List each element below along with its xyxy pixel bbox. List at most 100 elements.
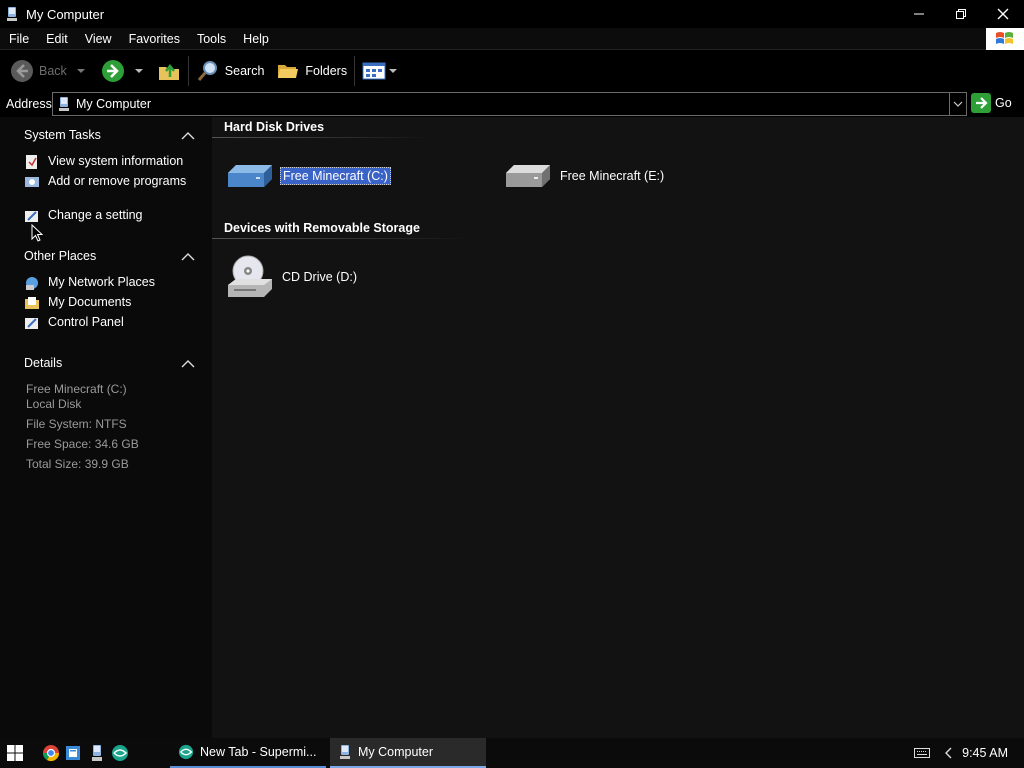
go-label: Go bbox=[995, 96, 1012, 110]
control-panel-icon bbox=[25, 211, 38, 222]
hard-drive-icon bbox=[228, 165, 272, 187]
other-places-header[interactable]: Other Places bbox=[24, 249, 96, 263]
taskbar-item-my-computer[interactable]: My Computer bbox=[330, 738, 486, 768]
window-controls bbox=[898, 0, 1024, 28]
toolbar-separator bbox=[187, 56, 189, 86]
collapse-chevron-up-icon[interactable] bbox=[181, 129, 195, 143]
details-total-size: Total Size: 39.9 GB bbox=[26, 457, 129, 471]
my-computer-icon bbox=[7, 7, 17, 21]
add-remove-programs-icon bbox=[25, 177, 39, 187]
collapse-chevron-up-icon[interactable] bbox=[181, 250, 195, 264]
menu-file[interactable]: File bbox=[0, 32, 37, 46]
my-documents-label: My Documents bbox=[48, 295, 132, 309]
taskbar-item-new-tab[interactable]: New Tab - Supermi... bbox=[170, 738, 326, 768]
views-button[interactable] bbox=[358, 55, 401, 87]
close-icon bbox=[997, 8, 1009, 20]
taskbar-item-new-tab-label: New Tab - Supermi... bbox=[200, 745, 317, 759]
minimize-button[interactable] bbox=[898, 0, 940, 28]
details-file-system: File System: NTFS bbox=[26, 417, 127, 431]
menu-edit[interactable]: Edit bbox=[37, 32, 76, 46]
cd-drive-d[interactable]: CD Drive (D:) bbox=[226, 253, 359, 301]
clock[interactable]: 9:45 AM bbox=[962, 746, 1008, 760]
cd-drive-icon bbox=[228, 255, 272, 297]
drive-c-label: Free Minecraft (C:) bbox=[280, 167, 391, 185]
removable-storage-header: Devices with Removable Storage bbox=[224, 221, 420, 235]
title-bar: My Computer bbox=[0, 0, 1024, 28]
change-setting-link[interactable]: Change a setting bbox=[24, 208, 204, 224]
menu-help[interactable]: Help bbox=[234, 32, 277, 46]
file-explorer-icon[interactable] bbox=[65, 744, 83, 762]
views-dropdown-icon[interactable] bbox=[389, 69, 398, 73]
my-documents-icon bbox=[25, 297, 39, 309]
system-information-icon bbox=[26, 155, 37, 169]
window-title: My Computer bbox=[26, 6, 105, 22]
system-tasks-header[interactable]: System Tasks bbox=[24, 128, 101, 142]
add-remove-programs-label: Add or remove programs bbox=[48, 174, 187, 188]
close-button[interactable] bbox=[982, 0, 1024, 28]
task-pane: System Tasks View system information Add… bbox=[0, 117, 212, 738]
back-dropdown-icon[interactable] bbox=[76, 69, 85, 73]
my-network-places-label: My Network Places bbox=[48, 275, 155, 289]
start-button[interactable] bbox=[0, 738, 30, 768]
view-system-information-label: View system information bbox=[48, 154, 184, 168]
details-header[interactable]: Details bbox=[24, 356, 62, 370]
view-system-information-link[interactable]: View system information bbox=[24, 154, 204, 170]
change-setting-label: Change a setting bbox=[48, 208, 143, 222]
toolbar-separator bbox=[354, 56, 356, 86]
address-label: Address bbox=[6, 97, 52, 111]
windows-logo-icon bbox=[7, 745, 23, 761]
group-divider bbox=[212, 137, 432, 138]
search-icon bbox=[197, 61, 217, 81]
back-button[interactable]: Back bbox=[6, 55, 89, 87]
minimize-icon bbox=[914, 13, 924, 15]
windows-flag-logo bbox=[986, 28, 1024, 50]
drive-c[interactable]: Free Minecraft (C:) bbox=[226, 161, 391, 191]
drive-e[interactable]: Free Minecraft (E:) bbox=[504, 161, 666, 191]
my-computer-icon[interactable] bbox=[88, 744, 106, 762]
my-documents-link[interactable]: My Documents bbox=[24, 295, 204, 311]
my-computer-icon bbox=[59, 97, 69, 111]
menu-view[interactable]: View bbox=[76, 32, 120, 46]
forward-button[interactable] bbox=[97, 55, 147, 87]
keyboard-icon[interactable] bbox=[914, 748, 931, 758]
search-label: Search bbox=[224, 64, 265, 78]
search-button[interactable]: Search bbox=[192, 55, 269, 87]
browser-globe-icon[interactable] bbox=[111, 744, 129, 762]
menu-favorites[interactable]: Favorites bbox=[120, 32, 188, 46]
collapse-chevron-up-icon[interactable] bbox=[181, 357, 195, 371]
control-panel-label: Control Panel bbox=[48, 315, 124, 329]
folders-icon bbox=[278, 65, 299, 78]
my-computer-icon bbox=[340, 745, 350, 759]
address-dropdown-button[interactable] bbox=[949, 93, 966, 115]
views-icon bbox=[362, 62, 386, 80]
go-button[interactable]: Go bbox=[971, 93, 1012, 113]
chevron-down-icon bbox=[953, 101, 963, 107]
back-label: Back bbox=[39, 64, 67, 78]
folders-label: Folders bbox=[305, 64, 348, 78]
back-arrow-icon bbox=[11, 60, 33, 82]
mouse-cursor-icon bbox=[31, 224, 43, 242]
address-bar: Address My Computer Go bbox=[0, 91, 1024, 117]
up-folder-button[interactable] bbox=[153, 55, 185, 87]
folders-button[interactable]: Folders bbox=[272, 55, 351, 87]
address-input[interactable]: My Computer bbox=[52, 92, 967, 116]
my-network-places-link[interactable]: My Network Places bbox=[24, 275, 204, 291]
file-view: Hard Disk Drives Free Minecraft (C:) Fre… bbox=[212, 117, 1024, 738]
network-places-icon bbox=[26, 277, 38, 290]
cd-drive-d-label: CD Drive (D:) bbox=[282, 270, 357, 284]
add-remove-programs-link[interactable]: Add or remove programs bbox=[24, 174, 204, 190]
up-folder-icon bbox=[158, 63, 179, 80]
chrome-icon[interactable] bbox=[42, 744, 60, 762]
group-divider bbox=[212, 238, 472, 239]
restore-button[interactable] bbox=[940, 0, 982, 28]
menu-tools[interactable]: Tools bbox=[188, 32, 234, 46]
details-drive-type: Local Disk bbox=[26, 397, 82, 411]
hard-drive-icon bbox=[506, 165, 550, 187]
forward-arrow-icon bbox=[101, 60, 124, 82]
control-panel-icon bbox=[25, 318, 38, 329]
hard-disk-drives-header: Hard Disk Drives bbox=[224, 120, 325, 134]
chevron-left-icon[interactable] bbox=[944, 747, 952, 759]
details-drive-name: Free Minecraft (C:) bbox=[26, 382, 127, 396]
control-panel-link[interactable]: Control Panel bbox=[24, 315, 204, 331]
forward-dropdown-icon[interactable] bbox=[134, 69, 143, 73]
